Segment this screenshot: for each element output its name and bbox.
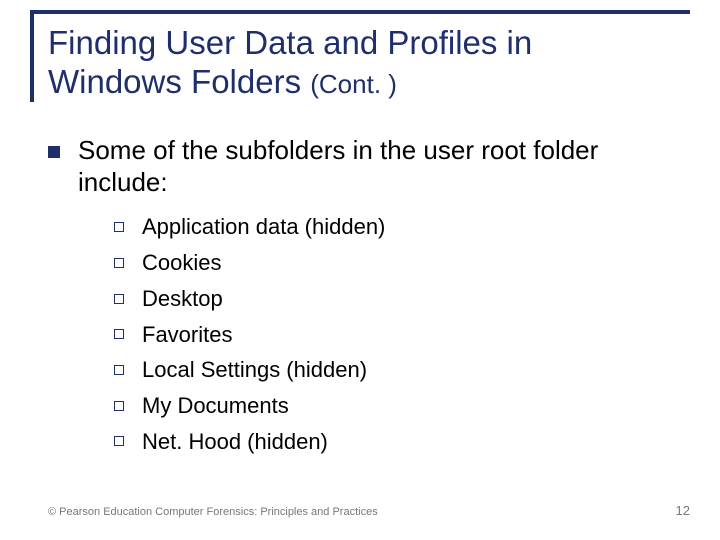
page-number: 12: [676, 503, 690, 518]
list-item: Cookies: [114, 248, 688, 278]
open-square-bullet-icon: [114, 401, 124, 411]
open-square-bullet-icon: [114, 294, 124, 304]
list-item: Application data (hidden): [114, 212, 688, 242]
slide-body: Some of the subfolders in the user root …: [48, 135, 688, 462]
open-square-bullet-icon: [114, 436, 124, 446]
open-square-bullet-icon: [114, 258, 124, 268]
bullet-level2-list: Application data (hidden) Cookies Deskto…: [114, 212, 688, 456]
open-square-bullet-icon: [114, 329, 124, 339]
list-item-text: Application data (hidden): [142, 212, 385, 242]
slide-title: Finding User Data and Profiles in Window…: [48, 24, 690, 102]
title-cont: (Cont. ): [310, 69, 397, 99]
open-square-bullet-icon: [114, 222, 124, 232]
title-line-1: Finding User Data and Profiles in: [48, 24, 532, 61]
list-item-text: Net. Hood (hidden): [142, 427, 328, 457]
bullet-level1: Some of the subfolders in the user root …: [48, 135, 688, 198]
bullet-level1-text: Some of the subfolders in the user root …: [78, 135, 688, 198]
list-item-text: Cookies: [142, 248, 221, 278]
list-item: Desktop: [114, 284, 688, 314]
footer-copyright: © Pearson Education Computer Forensics: …: [48, 506, 378, 518]
list-item-text: Desktop: [142, 284, 223, 314]
title-frame: Finding User Data and Profiles in Window…: [30, 10, 690, 102]
square-bullet-icon: [48, 146, 60, 158]
list-item-text: My Documents: [142, 391, 289, 421]
list-item: My Documents: [114, 391, 688, 421]
list-item-text: Favorites: [142, 320, 232, 350]
open-square-bullet-icon: [114, 365, 124, 375]
list-item: Local Settings (hidden): [114, 355, 688, 385]
list-item-text: Local Settings (hidden): [142, 355, 367, 385]
list-item: Favorites: [114, 320, 688, 350]
list-item: Net. Hood (hidden): [114, 427, 688, 457]
title-line-2a: Windows Folders: [48, 63, 310, 100]
slide: Finding User Data and Profiles in Window…: [0, 0, 720, 540]
